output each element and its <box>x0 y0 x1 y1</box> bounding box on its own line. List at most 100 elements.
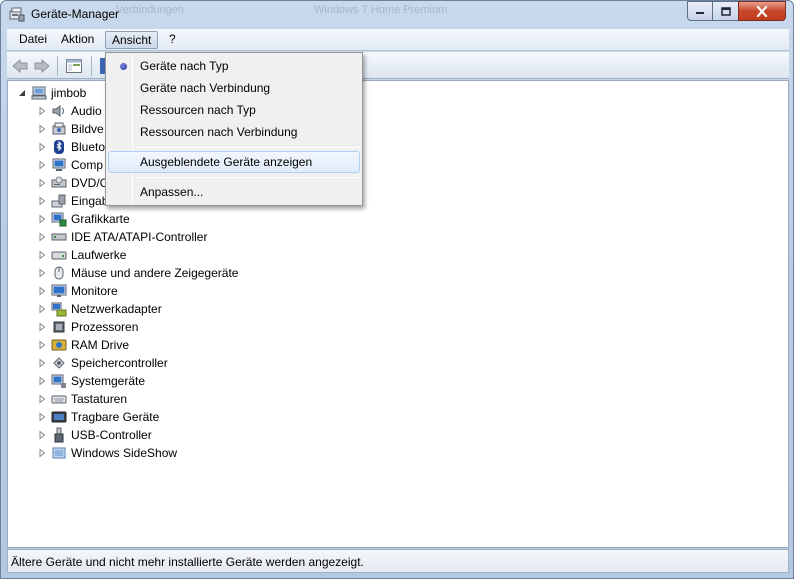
expand-triangle-icon[interactable] <box>37 358 47 368</box>
processor-icon <box>53 321 65 333</box>
expand-triangle-icon[interactable] <box>37 232 47 242</box>
expand-triangle-icon[interactable] <box>37 376 47 386</box>
show-hide-console-tree-icon[interactable] <box>65 57 83 75</box>
menu-item-ausgeblendete-geraete-anzeigen[interactable]: Ausgeblendete Geräte anzeigen <box>108 151 360 173</box>
close-button[interactable] <box>738 1 786 21</box>
expand-triangle-icon[interactable] <box>37 430 47 440</box>
tree-root-node[interactable]: jimbob <box>17 84 86 102</box>
menu-item-anpassen[interactable]: Anpassen... <box>108 181 360 203</box>
dvd-drive-icon <box>51 176 67 188</box>
toolbar-separator <box>91 56 92 76</box>
expand-triangle-icon[interactable] <box>37 106 47 116</box>
background-window-title: Verbindungen <box>116 4 184 16</box>
device-category-label: DVD/C <box>71 176 109 190</box>
close-icon <box>756 5 768 17</box>
expand-triangle-icon[interactable] <box>37 286 47 296</box>
ram-drive-icon <box>51 339 67 351</box>
device-category-node[interactable]: Eingab <box>37 192 108 210</box>
device-category-node[interactable]: IDE ATA/ATAPI-Controller <box>37 228 207 246</box>
device-category-label: RAM Drive <box>71 338 130 352</box>
expand-triangle-icon[interactable] <box>37 124 47 134</box>
display-adapter-icon <box>51 212 67 227</box>
menu-item-label: Geräte nach Typ <box>140 59 229 73</box>
device-category-label: USB-Controller <box>71 428 152 442</box>
imaging-device-icon <box>52 122 66 135</box>
expand-triangle-icon[interactable] <box>37 412 47 422</box>
device-category-label: Grafikkarte <box>71 212 130 226</box>
maximize-button[interactable] <box>712 1 739 21</box>
device-category-node[interactable]: Bildve <box>37 120 104 138</box>
keyboard-icon <box>51 395 67 404</box>
input-device-icon <box>51 194 66 208</box>
menu-item-ressourcen-nach-typ[interactable]: Ressourcen nach Typ <box>108 99 360 121</box>
menu-separator <box>136 177 360 178</box>
device-category-node[interactable]: Systemgeräte <box>37 372 145 390</box>
device-category-node[interactable]: DVD/C <box>37 174 108 192</box>
maximize-icon <box>720 6 731 16</box>
menu-help[interactable]: ? <box>163 31 182 49</box>
expand-triangle-icon[interactable] <box>37 304 47 314</box>
menu-item-label: Anpassen... <box>140 185 204 199</box>
menu-item-geraete-nach-typ[interactable]: Geräte nach Typ <box>108 55 360 77</box>
device-category-label: Tastaturen <box>71 392 128 406</box>
status-bar: Ältere Geräte und nicht mehr installiert… <box>7 549 789 573</box>
expand-triangle-icon[interactable] <box>37 340 47 350</box>
menu-aktion[interactable]: Aktion <box>55 31 100 49</box>
radio-selected-icon <box>120 63 127 70</box>
expand-triangle-icon[interactable] <box>37 322 47 332</box>
device-category-node[interactable]: Comp <box>37 156 103 174</box>
ansicht-dropdown-menu: Geräte nach Typ Geräte nach Verbindung R… <box>105 52 363 206</box>
computer-name: jimbob <box>51 86 87 100</box>
expand-triangle-icon[interactable] <box>37 160 47 170</box>
expand-triangle-icon[interactable] <box>37 142 47 152</box>
storage-controller-icon <box>53 357 65 369</box>
menu-separator <box>136 147 360 148</box>
device-category-node[interactable]: Grafikkarte <box>37 210 130 228</box>
forward-arrow-icon[interactable] <box>33 57 51 75</box>
bluetooth-icon <box>54 140 64 154</box>
device-category-node[interactable]: Netzwerkadapter <box>37 300 162 318</box>
back-arrow-icon[interactable] <box>11 57 29 75</box>
device-category-node[interactable]: Laufwerke <box>37 246 126 264</box>
menu-ansicht[interactable]: Ansicht <box>105 31 159 49</box>
expand-triangle-icon[interactable] <box>37 196 47 206</box>
menu-datei[interactable]: Datei <box>13 31 53 49</box>
device-category-node[interactable]: Blueto <box>37 138 105 156</box>
menu-item-label: Ausgeblendete Geräte anzeigen <box>140 155 313 169</box>
device-manager-window: Geräte-Manager Verbindungen Windows 7 Ho… <box>0 0 794 579</box>
menu-item-ressourcen-nach-verbindung[interactable]: Ressourcen nach Verbindung <box>108 121 360 143</box>
disk-drive-icon <box>51 251 67 260</box>
portable-device-icon <box>51 411 67 423</box>
expand-triangle-icon[interactable] <box>37 214 47 224</box>
device-category-node[interactable]: Monitore <box>37 282 118 300</box>
expand-triangle-icon[interactable] <box>37 268 47 278</box>
device-category-node[interactable]: Tastaturen <box>37 390 127 408</box>
device-category-node[interactable]: Speichercontroller <box>37 354 168 372</box>
device-category-node[interactable]: Mäuse und andere Zeigegeräte <box>37 264 238 282</box>
collapse-triangle-icon[interactable] <box>17 88 27 98</box>
toolbar-separator <box>57 56 58 76</box>
expand-triangle-icon[interactable] <box>37 178 47 188</box>
minimize-button[interactable] <box>687 1 713 21</box>
device-category-node[interactable]: Audio <box>37 102 102 120</box>
device-category-label: Tragbare Geräte <box>71 410 160 424</box>
device-category-node[interactable]: Windows SideShow <box>37 444 177 462</box>
device-category-label: Audio <box>71 104 102 118</box>
usb-icon <box>54 427 64 443</box>
speaker-icon <box>52 105 64 117</box>
system-devices-icon <box>51 374 66 388</box>
status-text: Ältere Geräte und nicht mehr installiert… <box>11 555 364 569</box>
device-category-node[interactable]: Prozessoren <box>37 318 138 336</box>
menu-bar: Datei Aktion Ansicht ? <box>7 29 789 51</box>
title-bar[interactable]: Geräte-Manager Verbindungen Windows 7 Ho… <box>1 1 793 29</box>
computer-icon <box>31 86 47 100</box>
expand-triangle-icon[interactable] <box>37 448 47 458</box>
device-category-node[interactable]: RAM Drive <box>37 336 129 354</box>
device-category-node[interactable]: USB-Controller <box>37 426 152 444</box>
expand-triangle-icon[interactable] <box>37 394 47 404</box>
device-category-label: Windows SideShow <box>71 446 178 460</box>
device-category-node[interactable]: Tragbare Geräte <box>37 408 159 426</box>
device-category-label: Monitore <box>71 284 118 298</box>
menu-item-geraete-nach-verbindung[interactable]: Geräte nach Verbindung <box>108 77 360 99</box>
expand-triangle-icon[interactable] <box>37 250 47 260</box>
